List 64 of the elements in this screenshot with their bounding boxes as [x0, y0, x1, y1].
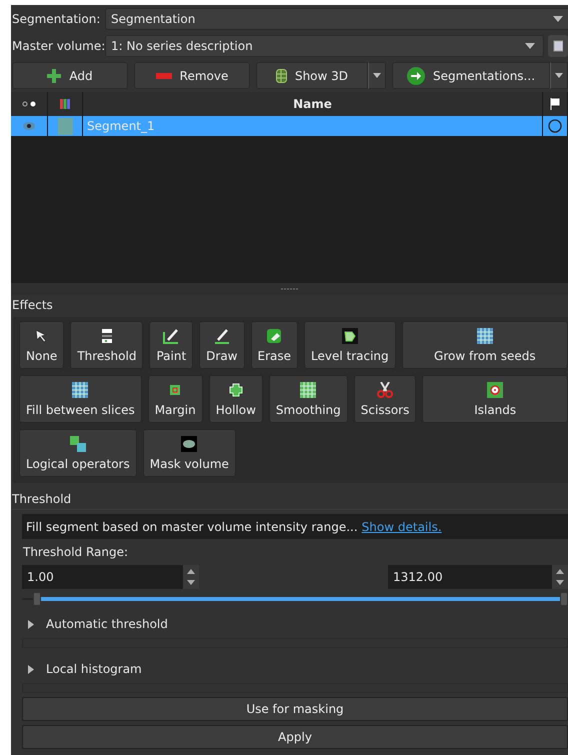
field-label: Segmentation:	[11, 12, 101, 26]
effect-button[interactable]: Fill between slices	[19, 375, 142, 423]
effect-button[interactable]: Paint	[149, 321, 194, 369]
max-spinbox[interactable]: 1312.00	[388, 565, 568, 589]
paint-icon	[163, 328, 180, 344]
caret-icon	[553, 16, 563, 22]
eye-icon	[22, 101, 36, 107]
scissors-icon	[377, 382, 394, 398]
section-title: Effects	[11, 297, 54, 314]
min-spinbox[interactable]: 1.00	[22, 565, 199, 589]
erase-icon	[266, 328, 282, 344]
caret-icon	[525, 42, 536, 48]
effect-button[interactable]: Erase	[250, 321, 298, 369]
effect-button[interactable]: Islands	[422, 375, 568, 423]
volume-button[interactable]	[548, 34, 568, 56]
plus-icon	[47, 68, 62, 82]
slider-handle[interactable]	[560, 592, 568, 606]
cube-icon	[276, 68, 287, 82]
effect-button[interactable]: Smoothing	[268, 375, 348, 423]
add-button[interactable]: Add	[12, 62, 128, 89]
effect-button[interactable]: Scissors	[354, 375, 416, 423]
effect-button[interactable]: Level tracing	[304, 321, 396, 369]
eye-icon[interactable]	[23, 122, 35, 130]
segmentations-button[interactable]: Segmentations...	[392, 62, 550, 89]
overlap-icon	[70, 436, 86, 452]
effect-button[interactable]: Draw	[199, 321, 244, 369]
slider-handle[interactable]	[32, 592, 41, 606]
collapsible-header[interactable]: Local histogram	[22, 658, 568, 680]
details-link[interactable]: Show details.	[362, 520, 442, 534]
section-title: Threshold	[11, 489, 568, 510]
field-label: Threshold Range:	[22, 544, 130, 561]
grid-icon	[476, 328, 493, 344]
circle-icon	[548, 119, 562, 133]
expand-arrow-icon	[28, 620, 34, 628]
segment-name: Segment_1	[83, 116, 543, 136]
spin-arrows-icon	[183, 565, 199, 589]
effect-button[interactable]: None	[19, 321, 64, 369]
dropdown-button[interactable]	[368, 62, 386, 89]
palette-icon	[60, 99, 70, 109]
effect-button[interactable]: Grow from seeds	[402, 321, 568, 369]
master-volume-dropdown[interactable]: 1: No series description	[105, 34, 544, 56]
action-button[interactable]: Use for masking	[22, 697, 568, 721]
splitter-handle-icon[interactable]	[280, 288, 298, 290]
cube-icon	[553, 38, 564, 52]
effect-button[interactable]: Logical operators	[19, 429, 137, 477]
color-swatch[interactable]	[58, 118, 72, 134]
flag-icon	[550, 98, 560, 110]
description-text: Fill segment based on master volume intensity range...	[26, 520, 358, 534]
effect-button[interactable]: Mask volume	[142, 429, 236, 477]
effect-button[interactable]: Margin	[148, 375, 203, 423]
draw-icon	[214, 328, 230, 344]
caret-icon	[555, 73, 563, 78]
effect-button[interactable]: Threshold	[70, 321, 144, 369]
target-icon	[487, 382, 504, 398]
collapsible-header[interactable]: Automatic threshold	[22, 613, 568, 635]
effect-button[interactable]: Hollow	[208, 375, 263, 423]
show-3d-button[interactable]: Show 3D	[256, 62, 368, 89]
minus-icon	[156, 72, 172, 78]
dropdown-button[interactable]	[550, 62, 568, 89]
action-button[interactable]: Apply	[22, 725, 568, 749]
caret-icon	[373, 73, 381, 78]
remove-button[interactable]: Remove	[134, 62, 250, 89]
expand-arrow-icon	[28, 664, 34, 674]
segmentation-dropdown[interactable]: Segmentation	[105, 8, 568, 30]
